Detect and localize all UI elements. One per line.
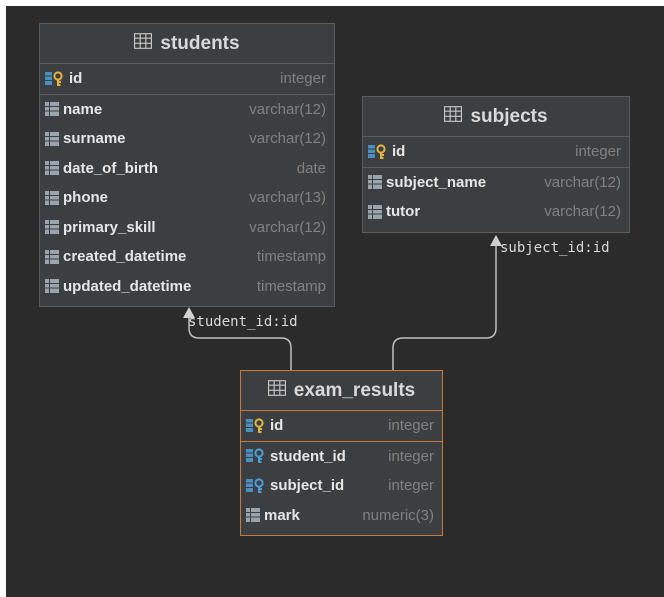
column-row[interactable]: primary_skill varchar(12) (40, 213, 334, 243)
foreign-key-row[interactable]: student_id integer (241, 442, 442, 472)
column-icon (45, 249, 59, 264)
column-name: created_datetime (63, 248, 187, 266)
column-type: integer (388, 477, 434, 495)
table-icon (444, 105, 463, 128)
column-name: date_of_birth (63, 159, 159, 177)
column-name: id (392, 143, 406, 161)
column-row[interactable]: subject_name varchar(12) (363, 168, 629, 198)
column-left: subject_id (246, 477, 344, 494)
column-type: timestamp (256, 277, 326, 295)
table-icon (267, 379, 286, 402)
primary-key-icon (246, 418, 266, 434)
column-row[interactable]: surname varchar(12) (40, 124, 334, 154)
column-left: date_of_birth (45, 160, 158, 177)
column-type: varchar(12) (249, 218, 326, 236)
column-left: updated_datetime (45, 278, 191, 295)
column-row[interactable]: name varchar(12) (40, 95, 334, 125)
column-icon (45, 279, 59, 294)
column-left: subject_name (368, 174, 486, 191)
column-name: name (63, 100, 103, 118)
primary-key-row[interactable]: id integer (241, 411, 442, 441)
primary-key-icon (45, 71, 65, 87)
diagram-canvas: student_id:id subject_id:id students id i… (0, 0, 664, 597)
column-type: varchar(12) (544, 173, 621, 191)
column-left: id (368, 143, 405, 160)
column-left: id (45, 70, 82, 87)
table-exam-results[interactable]: exam_results id integer student_id integer s… (240, 370, 443, 536)
column-left: primary_skill (45, 219, 156, 236)
column-icon (45, 220, 59, 235)
column-row[interactable]: mark numeric(3) (241, 501, 442, 531)
table-header[interactable]: subjects (363, 97, 629, 137)
column-row[interactable]: updated_datetime timestamp (40, 272, 334, 302)
column-type: numeric(3) (362, 506, 434, 524)
table-title: students (160, 32, 240, 54)
primary-key-row[interactable]: id integer (40, 64, 334, 94)
column-icon (45, 102, 59, 117)
column-icon (368, 204, 382, 219)
column-type: varchar(12) (544, 203, 621, 221)
column-row[interactable]: created_datetime timestamp (40, 242, 334, 272)
edge-exam-results-subjects[interactable] (392, 242, 497, 370)
column-name: id (69, 70, 83, 88)
column-icon (368, 175, 382, 190)
primary-key-icon (368, 144, 388, 160)
column-left: id (246, 417, 283, 434)
column-left: surname (45, 130, 126, 147)
column-type: integer (388, 417, 434, 435)
column-left: mark (246, 507, 300, 524)
column-name: mark (264, 506, 300, 524)
table-title: exam_results (293, 379, 416, 401)
column-type: integer (280, 70, 326, 88)
column-left: name (45, 101, 102, 118)
table-bottom-padding (363, 227, 629, 232)
column-name: surname (63, 130, 126, 148)
column-type: integer (388, 447, 434, 465)
column-name: phone (63, 189, 108, 207)
column-row[interactable]: tutor varchar(12) (363, 197, 629, 227)
table-title: subjects (470, 105, 548, 127)
table-bottom-padding (241, 530, 442, 535)
table-icon (134, 32, 153, 55)
column-name: id (270, 417, 284, 435)
column-left: created_datetime (45, 248, 186, 265)
foreign-key-icon (246, 478, 266, 494)
column-type: varchar(13) (249, 189, 326, 207)
column-left: student_id (246, 448, 346, 465)
foreign-key-icon (246, 448, 266, 464)
column-type: varchar(12) (249, 100, 326, 118)
column-left: tutor (368, 203, 420, 220)
column-row[interactable]: date_of_birth date (40, 154, 334, 184)
column-name: primary_skill (63, 218, 156, 236)
column-icon (45, 131, 59, 146)
column-icon (45, 190, 59, 205)
column-name: tutor (386, 203, 421, 221)
table-header[interactable]: exam_results (241, 371, 442, 411)
relation-label-student: student_id:id (188, 314, 298, 330)
table-students[interactable]: students id integer name varchar(12) surname… (39, 23, 335, 307)
column-left: phone (45, 189, 108, 206)
column-name: subject_id (270, 477, 345, 495)
column-name: subject_name (386, 173, 487, 191)
column-type: integer (575, 143, 621, 161)
column-icon (246, 508, 260, 523)
column-icon (45, 161, 59, 176)
table-header[interactable]: students (40, 24, 334, 64)
table-bottom-padding (40, 301, 334, 306)
column-type: date (296, 159, 326, 177)
table-subjects[interactable]: subjects id integer subject_name varchar(12… (362, 96, 630, 233)
primary-key-row[interactable]: id integer (363, 137, 629, 167)
column-name: updated_datetime (63, 277, 192, 295)
column-type: timestamp (256, 248, 326, 266)
column-row[interactable]: phone varchar(13) (40, 183, 334, 213)
foreign-key-row[interactable]: subject_id integer (241, 471, 442, 501)
relation-label-subject: subject_id:id (500, 240, 610, 256)
column-type: varchar(12) (249, 130, 326, 148)
column-name: student_id (270, 447, 346, 465)
